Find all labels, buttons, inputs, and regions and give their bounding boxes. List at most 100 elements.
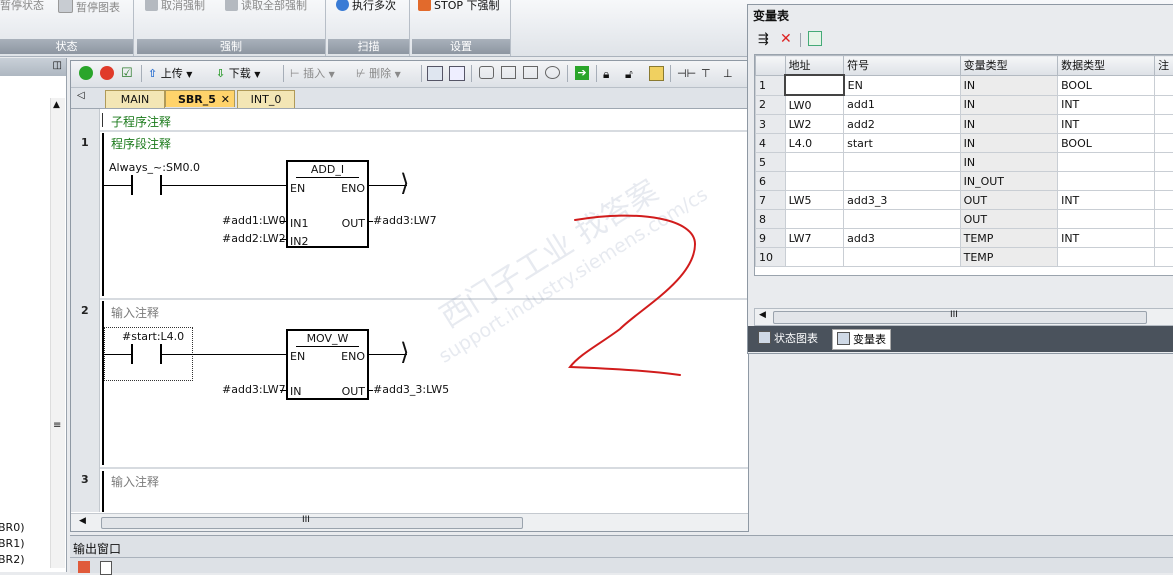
table-row[interactable]: 4L4.0startINBOOL [756,134,1173,153]
unlock-icon[interactable]: 🔓︎ [625,66,633,82]
table-row[interactable]: 8OUT [756,210,1173,229]
upload-button[interactable]: ⇧ 上传 ▼ [148,66,192,82]
contact-left-bar[interactable] [131,344,133,364]
execute-multiple-button[interactable]: 执行多次 [336,0,396,14]
pause-chart-button[interactable]: 暂停图表 [58,0,120,14]
network-comment[interactable]: 程序段注释 [111,135,171,152]
table-cell[interactable]: TEMP [960,229,1057,248]
table-cell[interactable]: EN [844,75,960,95]
column-header[interactable]: 注 [1155,56,1173,76]
table-cell[interactable]: LW5 [785,191,844,210]
force-value-icon[interactable] [649,66,664,81]
table-cell[interactable]: start [844,134,960,153]
read-all-force-button[interactable]: 读取全部强制 [225,0,307,14]
table-cell[interactable]: BOOL [1058,75,1155,95]
variable-table-hscrollbar[interactable]: ◀ III [754,308,1173,326]
delete-button[interactable]: ⊬ 删除 ▼ [356,66,401,82]
table-row[interactable]: 2LW0add1ININT [756,95,1173,115]
table-row[interactable]: 10TEMP [756,248,1173,267]
scroll-left-icon[interactable]: ◀ [79,516,86,526]
table-cell[interactable]: LW2 [785,115,844,134]
table-cell[interactable] [785,153,844,172]
cancel-force-button[interactable]: 取消强制 [145,0,205,14]
delete-row-icon[interactable]: ✕ [780,31,792,47]
scroll-left-icon[interactable]: ◀ [759,310,766,320]
table-cell[interactable] [1058,210,1155,229]
tab-main[interactable]: MAIN [105,90,165,108]
table-cell[interactable] [1155,229,1173,248]
network-icon[interactable] [427,66,443,81]
table-cell[interactable]: add3_3 [844,191,960,210]
column-header[interactable]: 数据类型 [1058,56,1155,76]
scroll-thumb[interactable]: III [773,311,1147,324]
operand-label[interactable]: #add3:LW7 [373,214,437,227]
comment-icon[interactable] [479,66,494,79]
subroutine-comment[interactable]: 子程序注释 [111,113,171,130]
table-cell[interactable] [1155,210,1173,229]
network-comment[interactable]: 输入注释 [111,473,159,490]
add-i-box[interactable]: ADD_I EN ENO IN1 OUT IN2 [286,160,369,248]
document-icon[interactable] [100,561,112,575]
horizontal-scrollbar[interactable]: ◀ III [71,513,748,531]
table-row[interactable]: 7LW5add3_3OUTINT [756,191,1173,210]
table-cell[interactable] [844,210,960,229]
column-header[interactable] [756,56,786,76]
tree-item[interactable]: BR1) [0,537,24,550]
timer-icon[interactable] [545,66,560,79]
table-cell[interactable] [1155,115,1173,134]
ladder-canvas[interactable]: 子程序注释 程序段注释 Always_~:SM0.0 ADD_I EN ENO … [100,109,748,512]
table-cell[interactable]: INT [1058,191,1155,210]
table-cell[interactable] [1058,153,1155,172]
table-cell[interactable] [1155,191,1173,210]
pin-icon[interactable]: ◫ [53,60,62,71]
table-cell[interactable]: BOOL [1058,134,1155,153]
table-cell[interactable] [1155,153,1173,172]
lock-icon[interactable]: 🔒︎ [603,66,609,82]
table-cell[interactable] [1155,248,1173,267]
stop-force-button[interactable]: STOP 下强制 [418,0,500,14]
contact-left-bar[interactable] [131,175,133,195]
table-cell[interactable] [785,248,844,267]
table-cell[interactable]: LW7 [785,229,844,248]
compile-icon[interactable]: ☑ [121,66,133,82]
goto-icon[interactable]: ➔ [575,66,589,80]
table-cell[interactable]: OUT [960,210,1057,229]
column-header[interactable]: 符号 [844,56,960,76]
hand-icon[interactable] [808,31,822,46]
stop-icon[interactable] [100,66,114,80]
table-cell[interactable]: INT [1058,115,1155,134]
insert-button[interactable]: ⊢ 插入 ▼ [290,66,335,82]
mov-w-box[interactable]: MOV_W EN ENO IN OUT [286,329,369,400]
table-cell[interactable] [1058,248,1155,267]
table-cell[interactable] [1155,95,1173,115]
run-icon[interactable] [79,66,93,80]
table-row[interactable]: 6IN_OUT [756,172,1173,191]
table-cell[interactable] [785,172,844,191]
table-cell[interactable] [1058,172,1155,191]
bookmark-prev-icon[interactable] [501,66,516,79]
operand-label[interactable]: #add3_3:LW5 [373,383,449,396]
network-comment[interactable]: 输入注释 [111,304,159,321]
tab-int0[interactable]: INT_0 [237,90,295,108]
table-cell[interactable] [1155,134,1173,153]
column-header[interactable]: 地址 [785,56,844,76]
scroll-thumb[interactable]: III [101,517,523,529]
tab-variable-table[interactable]: 变量表 [832,329,891,350]
clear-output-icon[interactable] [78,561,90,573]
table-cell[interactable]: add2 [844,115,960,134]
table-cell[interactable] [785,75,844,95]
table-cell[interactable] [844,172,960,191]
tree-item[interactable]: BR0) [0,521,24,534]
table-row[interactable]: 1ENINBOOL [756,75,1173,95]
branch-icon[interactable]: ⊣⊢ [677,66,696,82]
scroll-up-icon[interactable]: ▲ [53,100,60,110]
operand-label[interactable]: #add1:LW0 [222,214,286,227]
operand-label[interactable]: #add2:LW2 [222,232,286,245]
table-cell[interactable]: IN [960,95,1057,115]
table-cell[interactable]: add3 [844,229,960,248]
table-cell[interactable]: IN [960,153,1057,172]
insert-row-icon[interactable]: ⇶ [758,32,769,47]
table-cell[interactable]: INT [1058,95,1155,115]
table-row[interactable]: 9LW7add3TEMPINT [756,229,1173,248]
table-cell[interactable]: LW0 [785,95,844,115]
